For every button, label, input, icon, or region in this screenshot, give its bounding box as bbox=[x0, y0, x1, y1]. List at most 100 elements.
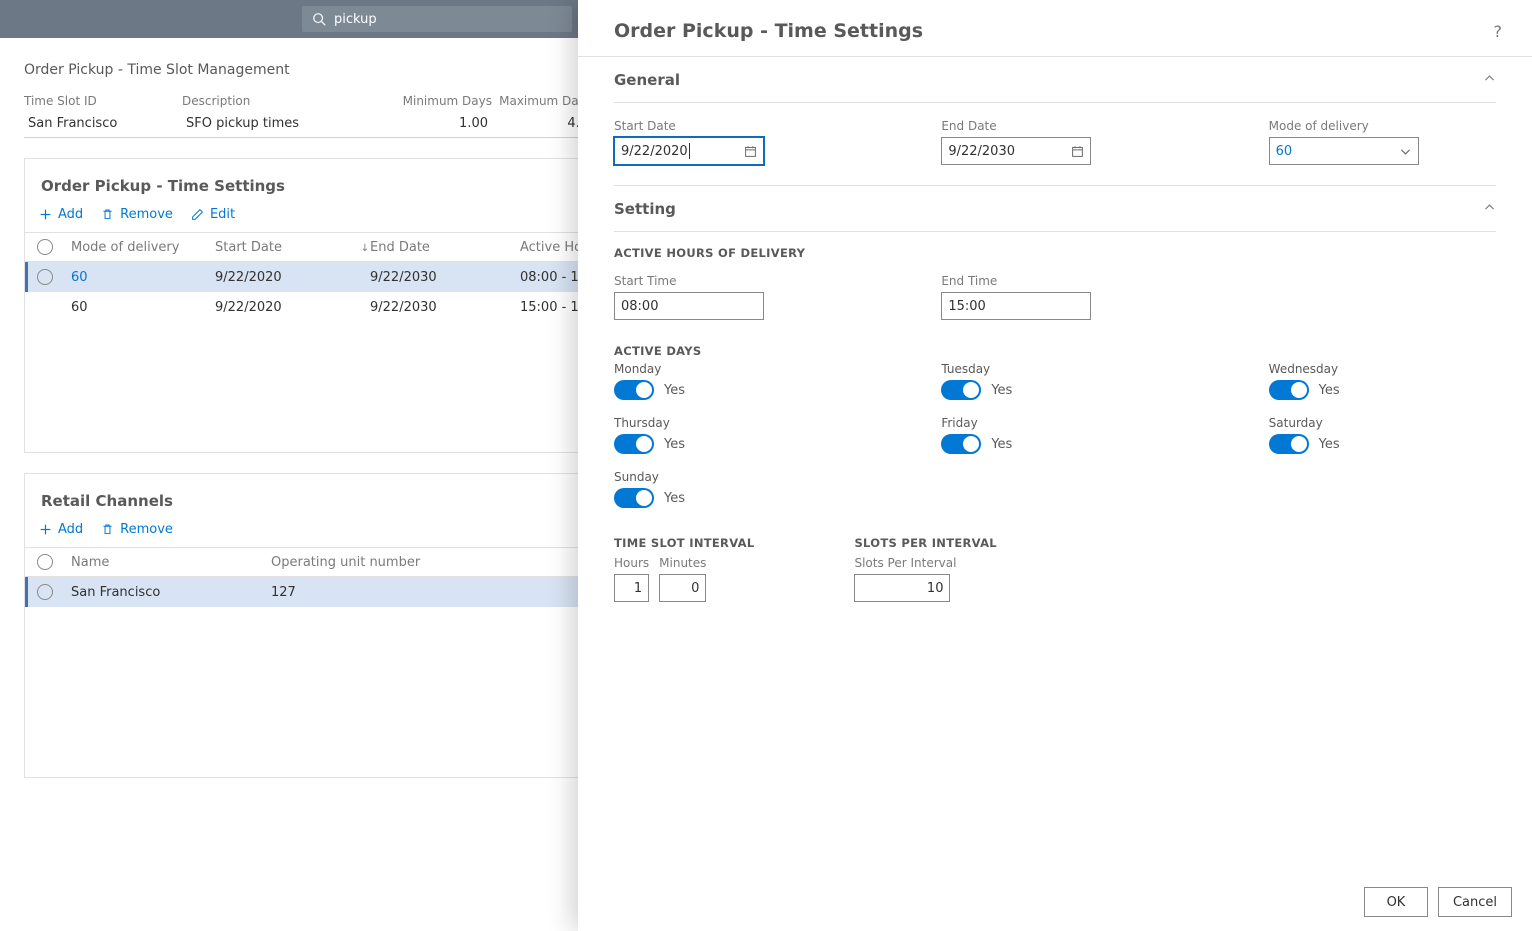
hours-value: 1 bbox=[634, 581, 642, 596]
calendar-icon[interactable] bbox=[744, 145, 757, 158]
plus-icon bbox=[39, 523, 52, 536]
row-radio[interactable] bbox=[37, 584, 53, 600]
sunday-label: Sunday bbox=[614, 470, 841, 484]
sunday-toggle[interactable] bbox=[614, 488, 654, 508]
add-label: Add bbox=[58, 522, 83, 537]
chevron-down-icon[interactable] bbox=[1399, 145, 1412, 158]
sunday-value: Yes bbox=[664, 491, 685, 506]
row-radio[interactable] bbox=[37, 269, 53, 285]
chevron-up-icon bbox=[1483, 199, 1496, 218]
cell-mode[interactable]: 60 bbox=[71, 270, 215, 285]
help-icon[interactable]: ? bbox=[1494, 22, 1503, 41]
monday-value: Yes bbox=[664, 383, 685, 398]
time-settings-panel: Order Pickup - Time Settings ? General S… bbox=[578, 0, 1532, 931]
thursday-value: Yes bbox=[664, 437, 685, 452]
tuesday-toggle[interactable] bbox=[941, 380, 981, 400]
edit-button[interactable]: Edit bbox=[191, 207, 235, 222]
hours-field[interactable]: 1 bbox=[614, 574, 649, 602]
saturday-toggle[interactable] bbox=[1269, 434, 1309, 454]
saturday-label: Saturday bbox=[1269, 416, 1496, 430]
description-label: Description bbox=[182, 94, 392, 108]
trash-icon bbox=[101, 523, 114, 536]
section-general-header[interactable]: General bbox=[614, 57, 1496, 103]
end-time-label: End Time bbox=[941, 274, 1168, 288]
end-date-field[interactable]: 9/22/2030 bbox=[941, 137, 1091, 165]
time-slot-interval-title: TIME SLOT INTERVAL bbox=[614, 536, 754, 550]
time-slot-id-field[interactable]: San Francisco bbox=[24, 112, 182, 138]
plus-icon bbox=[39, 208, 52, 221]
description-field[interactable]: SFO pickup times bbox=[182, 112, 392, 138]
start-time-field[interactable]: 08:00 bbox=[614, 292, 764, 320]
active-hours-title: ACTIVE HOURS OF DELIVERY bbox=[614, 246, 1496, 260]
end-time-field[interactable]: 15:00 bbox=[941, 292, 1091, 320]
add-button[interactable]: Add bbox=[39, 207, 83, 222]
wednesday-label: Wednesday bbox=[1269, 362, 1496, 376]
add-label: Add bbox=[58, 207, 83, 222]
saturday-value: Yes bbox=[1319, 437, 1340, 452]
search-icon bbox=[312, 12, 326, 26]
edit-label: Edit bbox=[210, 207, 235, 222]
sort-asc-icon[interactable]: ↓ bbox=[361, 243, 369, 254]
pencil-icon bbox=[191, 208, 204, 221]
select-all-radio[interactable] bbox=[37, 239, 53, 255]
cell-mode: 60 bbox=[71, 300, 215, 315]
friday-value: Yes bbox=[991, 437, 1012, 452]
minimum-days-label: Minimum Days bbox=[392, 94, 492, 108]
search-value: pickup bbox=[334, 12, 377, 27]
start-date-field[interactable]: 9/22/2020 bbox=[614, 137, 764, 165]
monday-label: Monday bbox=[614, 362, 841, 376]
thursday-toggle[interactable] bbox=[614, 434, 654, 454]
col-end-date[interactable]: End Date bbox=[370, 240, 520, 255]
col-mode[interactable]: Mode of delivery bbox=[71, 240, 215, 255]
remove-button[interactable]: Remove bbox=[101, 522, 173, 537]
col-unit[interactable]: Operating unit number bbox=[271, 555, 471, 570]
chevron-up-icon bbox=[1483, 70, 1496, 89]
section-setting-title: Setting bbox=[614, 200, 676, 218]
tuesday-value: Yes bbox=[991, 383, 1012, 398]
cell-start: 9/22/2020 bbox=[215, 300, 360, 315]
trash-icon bbox=[101, 208, 114, 221]
section-general-title: General bbox=[614, 71, 680, 89]
col-name[interactable]: Name bbox=[71, 555, 271, 570]
search-box[interactable]: pickup bbox=[302, 6, 572, 32]
time-slot-id-label: Time Slot ID bbox=[24, 94, 182, 108]
col-start-date[interactable]: Start Date bbox=[215, 240, 360, 255]
remove-label: Remove bbox=[120, 522, 173, 537]
slots-field[interactable]: 10 bbox=[854, 574, 950, 602]
slots-per-interval-title: SLOTS PER INTERVAL bbox=[854, 536, 996, 550]
maximum-days-label: Maximum Days bbox=[492, 94, 592, 108]
cell-end: 9/22/2030 bbox=[370, 270, 520, 285]
ok-button[interactable]: OK bbox=[1364, 887, 1428, 917]
select-all-radio[interactable] bbox=[37, 554, 53, 570]
add-button[interactable]: Add bbox=[39, 522, 83, 537]
cancel-button[interactable]: Cancel bbox=[1438, 887, 1512, 917]
section-setting-header[interactable]: Setting bbox=[614, 186, 1496, 232]
thursday-label: Thursday bbox=[614, 416, 841, 430]
minutes-label: Minutes bbox=[659, 556, 706, 570]
tuesday-label: Tuesday bbox=[941, 362, 1168, 376]
wednesday-value: Yes bbox=[1319, 383, 1340, 398]
mode-value: 60 bbox=[1276, 144, 1293, 159]
friday-toggle[interactable] bbox=[941, 434, 981, 454]
cell-unit: 127 bbox=[271, 585, 471, 600]
mode-of-delivery-field[interactable]: 60 bbox=[1269, 137, 1419, 165]
calendar-icon[interactable] bbox=[1071, 145, 1084, 158]
maximum-days-field[interactable]: 4.0 bbox=[492, 112, 592, 138]
remove-label: Remove bbox=[120, 207, 173, 222]
end-date-value: 9/22/2030 bbox=[948, 144, 1015, 159]
start-time-label: Start Time bbox=[614, 274, 841, 288]
start-time-value: 08:00 bbox=[621, 299, 658, 314]
start-date-label: Start Date bbox=[614, 119, 841, 133]
cell-end: 9/22/2030 bbox=[370, 300, 520, 315]
wednesday-toggle[interactable] bbox=[1269, 380, 1309, 400]
friday-label: Friday bbox=[941, 416, 1168, 430]
minimum-days-field[interactable]: 1.00 bbox=[392, 112, 492, 138]
end-time-value: 15:00 bbox=[948, 299, 985, 314]
minutes-field[interactable]: 0 bbox=[659, 574, 706, 602]
minutes-value: 0 bbox=[691, 581, 699, 596]
monday-toggle[interactable] bbox=[614, 380, 654, 400]
active-days-title: ACTIVE DAYS bbox=[614, 344, 1496, 358]
remove-button[interactable]: Remove bbox=[101, 207, 173, 222]
slots-label: Slots Per Interval bbox=[854, 556, 956, 570]
text-cursor bbox=[689, 143, 690, 159]
